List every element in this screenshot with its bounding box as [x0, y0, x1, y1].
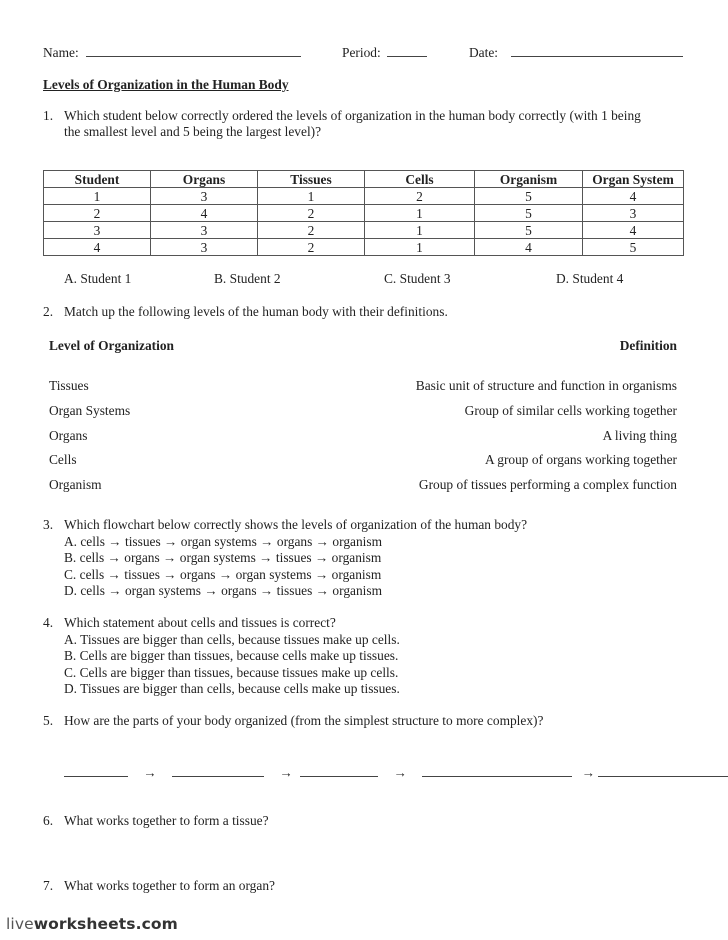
q1-text-line2: the smallest level and 5 being the large… [64, 124, 322, 139]
q3-option-c[interactable]: C. cells → tissues → organs → organ syst… [64, 567, 381, 583]
arrow-icon: → [393, 765, 407, 780]
name-label: Name: [43, 45, 79, 60]
q6-number: 6. [43, 813, 54, 828]
table-cell: 4 [150, 204, 258, 222]
match-definition[interactable]: A group of organs working together [485, 452, 677, 468]
table-cell: 3 [150, 187, 258, 205]
table-cell: 4 [474, 238, 583, 256]
table-cell: 1 [257, 187, 365, 205]
q4-option-c[interactable]: C. Cells are bigger than tissues, becaus… [64, 665, 398, 681]
table-cell: 2 [43, 204, 151, 222]
q3-text: Which flowchart below correctly shows th… [64, 517, 528, 532]
header-tissues: Tissues [257, 170, 365, 188]
table-cell: 4 [582, 221, 684, 239]
match-level-organs[interactable]: Organs [49, 428, 87, 444]
table-cell: 5 [474, 221, 583, 239]
q5-blank-5[interactable] [598, 764, 728, 777]
date-input[interactable] [511, 44, 684, 57]
date-label: Date: [469, 45, 498, 60]
q2-text: Match up the following levels of the hum… [64, 304, 448, 319]
table-cell: 2 [257, 204, 365, 222]
q4-option-b[interactable]: B. Cells are bigger than tissues, becaus… [64, 648, 398, 664]
header-organs: Organs [150, 170, 258, 188]
q5-answer-chain: → → → → [64, 764, 728, 781]
table-cell: 3 [150, 221, 258, 239]
table-row: 3 3 2 1 5 4 [43, 221, 684, 239]
match-definition[interactable]: Basic unit of structure and function in … [416, 378, 677, 394]
table-row: 2 4 2 1 5 3 [43, 204, 684, 222]
header-cells: Cells [364, 170, 475, 188]
logo-light-text: live [6, 915, 34, 933]
match-definition[interactable]: A living thing [603, 428, 677, 444]
q5-text: How are the parts of your body organized… [64, 713, 544, 728]
table-cell: 1 [364, 238, 475, 256]
header-student: Student [43, 170, 151, 188]
q7-text: What works together to form an organ? [64, 878, 275, 893]
table-cell: 4 [582, 187, 684, 205]
q3-option-d[interactable]: D. cells → organ systems → organs → tiss… [64, 583, 382, 599]
q1-text-line1: Which student below correctly ordered th… [64, 108, 641, 123]
q4-number: 4. [43, 615, 54, 630]
q3-option-b[interactable]: B. cells → organs → organ systems → tiss… [64, 550, 381, 566]
table-cell: 2 [364, 187, 475, 205]
q2-number: 2. [43, 304, 54, 319]
logo-bold-text: worksheets.com [33, 915, 178, 933]
table-cell: 4 [43, 238, 151, 256]
q5-blank-1[interactable] [64, 764, 128, 777]
table-cell: 1 [364, 204, 475, 222]
q1-option-a[interactable]: A. Student 1 [64, 271, 131, 287]
table-row: 4 3 2 1 4 5 [43, 238, 684, 256]
match-definition[interactable]: Group of similar cells working together [465, 403, 677, 419]
q3-number: 3. [43, 517, 54, 532]
table-cell: 2 [257, 238, 365, 256]
name-field: Name: [43, 44, 302, 61]
table-cell: 2 [257, 221, 365, 239]
table-cell: 5 [582, 238, 684, 256]
arrow-icon: → [581, 765, 596, 780]
match-level-organism[interactable]: Organism [49, 477, 102, 493]
q1-option-c[interactable]: C. Student 3 [384, 271, 451, 287]
q4-option-d[interactable]: D. Tissues are bigger than cells, becaus… [64, 681, 400, 697]
date-field: Date: [469, 44, 684, 61]
table-cell: 5 [474, 187, 583, 205]
arrow-icon: → [279, 765, 293, 780]
period-input[interactable] [387, 44, 428, 57]
period-field: Period: [342, 44, 428, 61]
q1-option-d[interactable]: D. Student 4 [556, 271, 623, 287]
table-cell: 5 [474, 204, 583, 222]
table-cell: 3 [43, 221, 151, 239]
arrow-icon: → [143, 765, 157, 780]
match-level-organ-systems[interactable]: Organ Systems [49, 403, 130, 419]
table-header-row: Student Organs Tissues Cells Organism Or… [43, 170, 684, 188]
table-cell: 3 [150, 238, 258, 256]
q1-option-b[interactable]: B. Student 2 [214, 271, 281, 287]
q5-blank-2[interactable] [172, 764, 265, 777]
levels-table: Student Organs Tissues Cells Organism Or… [43, 170, 684, 256]
q1-number: 1. [43, 108, 54, 123]
worksheet-title: Levels of Organization in the Human Body [43, 77, 289, 92]
match-level-cells[interactable]: Cells [49, 452, 77, 468]
table-cell: 1 [43, 187, 151, 205]
q5-number: 5. [43, 713, 54, 728]
table-cell: 1 [364, 221, 475, 239]
header-organism: Organism [474, 170, 583, 188]
q7-number: 7. [43, 878, 54, 893]
match-definition[interactable]: Group of tissues performing a complex fu… [419, 477, 677, 493]
q4-text: Which statement about cells and tissues … [64, 615, 336, 630]
header-organ-system: Organ System [582, 170, 684, 188]
q3-option-a[interactable]: A. cells → tissues → organ systems → org… [64, 534, 382, 550]
table-row: 1 3 1 2 5 4 [43, 187, 684, 205]
q5-blank-4[interactable] [422, 764, 573, 777]
match-level-tissues[interactable]: Tissues [49, 378, 89, 394]
liveworksheets-logo: liveworksheets.com [6, 915, 178, 933]
definition-header: Definition [619, 338, 677, 353]
name-input[interactable] [86, 44, 302, 57]
period-label: Period: [342, 45, 381, 60]
q6-text: What works together to form a tissue? [64, 813, 269, 828]
table-cell: 3 [582, 204, 684, 222]
q4-option-a[interactable]: A. Tissues are bigger than cells, becaus… [64, 632, 400, 648]
q5-blank-3[interactable] [300, 764, 379, 777]
level-of-organization-header: Level of Organization [49, 338, 174, 353]
